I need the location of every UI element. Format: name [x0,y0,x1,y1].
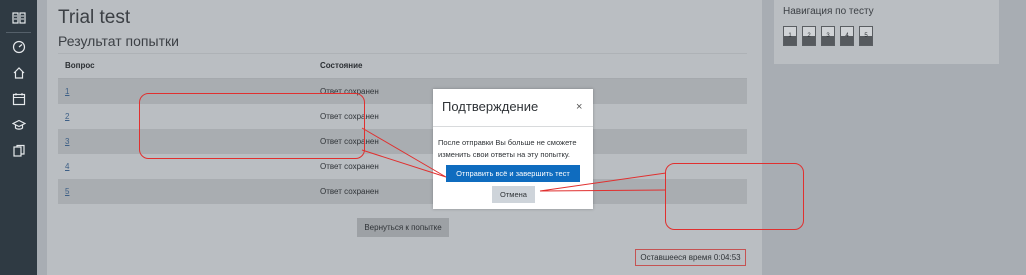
question-link[interactable]: 3 [65,137,69,146]
dialog-divider [433,126,593,127]
question-status: Ответ сохранен [320,162,379,171]
cancel-button[interactable]: Отмена [492,186,535,203]
dialog-message: После отправки Вы больше не сможете изме… [438,138,577,159]
quiz-navigation-title: Навигация по тесту [783,6,874,17]
question-link[interactable]: 4 [65,162,69,171]
column-header-question: Вопрос [65,61,95,70]
table-row: 1 Ответ сохранен [58,79,747,104]
sidebar-divider [6,32,31,33]
left-sidebar [0,0,37,275]
time-remaining-indicator: Оставшееся время 0:04:53 [635,249,746,266]
return-to-attempt-button[interactable]: Вернуться к попытке [357,218,449,237]
nav-question-button[interactable]: 4 [840,26,854,46]
nav-question-button[interactable]: 5 [859,26,873,46]
question-status: Ответ сохранен [320,112,379,121]
table-row: 4 Ответ сохранен [58,154,747,179]
nav-question-button[interactable]: 2 [802,26,816,46]
table-row: 5 Ответ сохранен [58,179,747,204]
attempt-summary-table: Вопрос Состояние 1 Ответ сохранен 2 Отве… [58,53,747,204]
main-content: Trial test Результат попытки Вопрос Сост… [47,0,762,275]
question-link[interactable]: 1 [65,87,69,96]
page-title: Trial test [58,7,131,28]
close-icon[interactable]: × [576,102,582,113]
calendar-icon[interactable] [11,92,27,108]
table-header: Вопрос Состояние [58,53,747,79]
home-icon[interactable] [11,66,27,82]
page-subtitle: Результат попытки [58,33,179,49]
dashboard-icon[interactable] [11,40,27,56]
book-icon[interactable] [11,11,27,27]
table-row: 3 Ответ сохранен [58,129,747,154]
column-header-status: Состояние [320,61,363,70]
confirmation-dialog: Подтверждение × После отправки Вы больше… [433,89,593,209]
question-status: Ответ сохранен [320,187,379,196]
nav-question-button[interactable]: 1 [783,26,797,46]
dialog-title: Подтверждение [442,99,539,114]
graduation-cap-icon[interactable] [11,118,27,134]
nav-question-button[interactable]: 3 [821,26,835,46]
question-status: Ответ сохранен [320,87,379,96]
table-row: 2 Ответ сохранен [58,104,747,129]
question-status: Ответ сохранен [320,137,379,146]
quiz-navigation-panel: Навигация по тесту 1 2 3 4 5 [774,0,999,64]
files-icon[interactable] [11,144,27,160]
question-link[interactable]: 2 [65,112,69,121]
submit-all-and-finish-button[interactable]: Отправить всё и завершить тест [446,165,580,182]
question-link[interactable]: 5 [65,187,69,196]
